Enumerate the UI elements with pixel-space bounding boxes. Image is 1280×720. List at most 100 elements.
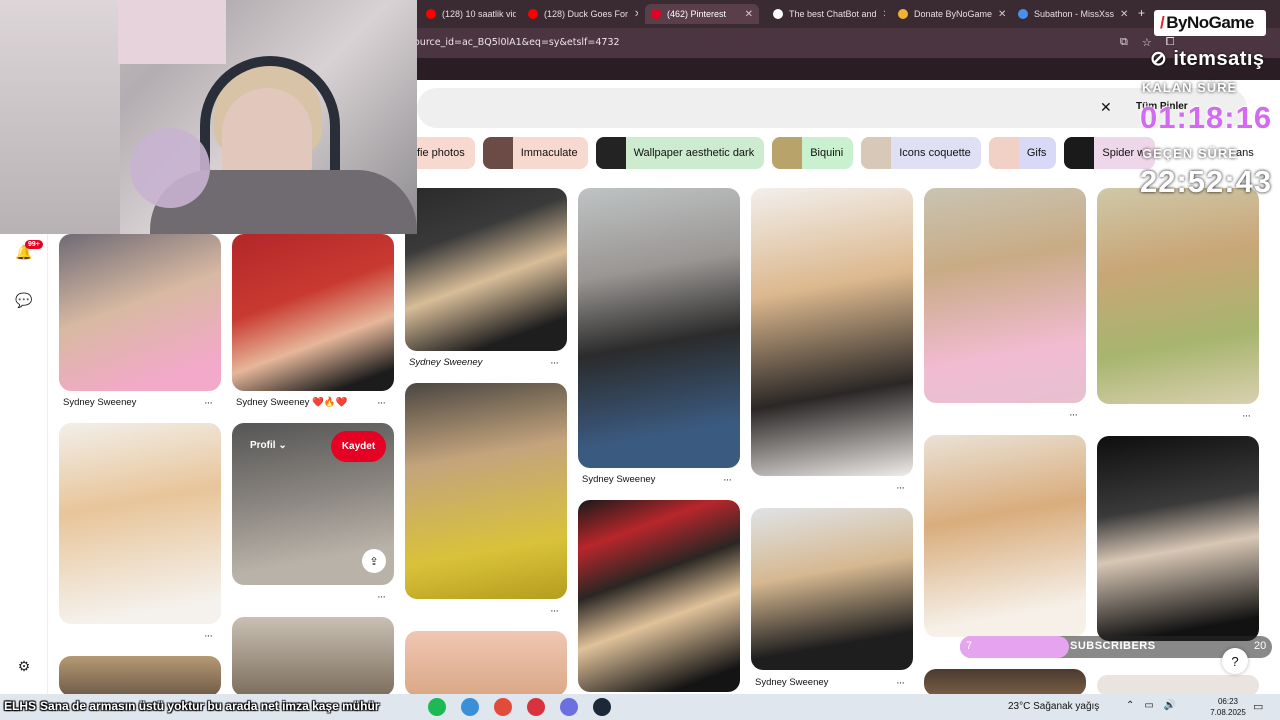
volume-icon[interactable]: 🔊 — [1164, 700, 1176, 711]
chip-thumbnail — [595, 137, 626, 169]
pin-caption[interactable]: Sydney Sweeney — [755, 677, 828, 688]
pin-image[interactable] — [924, 669, 1086, 696]
pin-image[interactable] — [924, 188, 1086, 403]
steam-icon[interactable] — [593, 698, 611, 716]
messages-icon[interactable]: 💬 — [14, 290, 34, 310]
browser-tab[interactable]: Donate ByNoGame ✕ — [892, 4, 1005, 24]
suggestion-chip[interactable]: Icons coquette — [861, 137, 981, 169]
pin-image[interactable] — [578, 188, 740, 468]
battery-icon[interactable]: ▭ — [1144, 700, 1153, 711]
url-text[interactable]: ource_id=ac_BQ5l0lA1&eq=sy&etslf=4732 — [414, 37, 620, 48]
pin-image[interactable] — [1097, 188, 1259, 404]
pin-image[interactable] — [59, 423, 221, 624]
suggestion-chip[interactable]: fie photos — [417, 137, 475, 169]
share-icon[interactable]: ⇪ — [362, 549, 386, 573]
chip-label: Spider w — [1102, 147, 1146, 159]
suggestion-chip[interactable]: Gifs — [988, 137, 1057, 169]
itemsatis-logo: ⊘ itemsatış — [1150, 48, 1265, 70]
weather-widget[interactable]: 23°C Sağanak yağış — [1008, 701, 1099, 712]
chrome-icon[interactable] — [494, 698, 512, 716]
suggestion-chip[interactable]: Wallpaper aesthetic dark — [595, 137, 765, 169]
pin-image[interactable] — [578, 500, 740, 692]
pin-image[interactable] — [1097, 675, 1259, 696]
browser-tab[interactable]: (128) Duck Goes For ✕ — [522, 4, 638, 24]
itemsatis-logo-text: itemsatış — [1173, 48, 1265, 70]
ticker-username: ELHS — [4, 699, 37, 713]
pin-image[interactable] — [751, 508, 913, 670]
chip-label: fie photos — [417, 147, 465, 159]
pin-image[interactable] — [232, 234, 394, 391]
app-red-icon[interactable] — [527, 698, 545, 716]
webcam-shelf — [0, 0, 120, 234]
pin-image[interactable] — [405, 383, 567, 599]
pin-caption[interactable]: Sydney Sweeney ❤️🔥❤️ — [236, 397, 348, 408]
spotify-icon[interactable] — [428, 698, 446, 716]
suggestion-chip[interactable]: Biquini — [772, 137, 854, 169]
chip-thumbnail — [772, 137, 803, 169]
more-options-icon[interactable]: ··· — [377, 591, 386, 603]
browser-tab[interactable]: (462) Pinterest ✕ — [645, 4, 759, 24]
pin-image[interactable] — [405, 188, 567, 351]
clock[interactable]: 06:23 7.08.2025 — [1206, 696, 1250, 718]
tab-title: Subathon - MissXss — [1034, 9, 1115, 19]
more-options-icon[interactable]: ··· — [723, 474, 732, 486]
screen: { "browser": { "tabs": [ {"title": "(128… — [0, 0, 1280, 720]
tab-close-icon[interactable]: ✕ — [1120, 9, 1128, 20]
suggestion-chip[interactable]: Immaculate — [482, 137, 588, 169]
tab-close-icon[interactable]: ✕ — [634, 9, 638, 20]
pin-image[interactable] — [232, 617, 394, 696]
system-tray: ⌃ ▭ 🔊 — [1126, 700, 1176, 711]
chip-overflow-text: ans — [1236, 147, 1254, 159]
pin-image[interactable] — [924, 435, 1086, 637]
browser-tab[interactable]: Subathon - MissXss ✕ — [1012, 4, 1132, 24]
pin-image[interactable] — [405, 631, 567, 696]
chip-thumbnail — [988, 137, 1019, 169]
search-input[interactable] — [417, 88, 1247, 128]
subscriber-goal-label: SUBSCRIBERS — [1070, 640, 1156, 652]
tab-favicon-icon — [773, 9, 783, 19]
remaining-time-value: 01:18:16 — [1140, 100, 1273, 135]
tab-favicon-icon — [426, 9, 436, 19]
elapsed-time-value: 22:52:43 — [1140, 164, 1273, 199]
settings-gear-icon[interactable]: ⚙ — [14, 656, 34, 676]
pin-image[interactable] — [59, 234, 221, 391]
new-tab-button[interactable]: + — [1138, 6, 1145, 20]
pin-image[interactable] — [59, 656, 221, 696]
more-options-icon[interactable]: ··· — [1242, 410, 1251, 422]
notification-badge: 99+ — [25, 240, 43, 249]
more-options-icon[interactable]: ··· — [204, 630, 213, 642]
tab-close-icon[interactable]: ✕ — [883, 9, 885, 20]
profile-dropdown[interactable]: Profil ⌄ — [250, 440, 287, 451]
save-button[interactable]: Kaydet — [331, 431, 386, 462]
browser-tab[interactable]: (128) 10 saatlik video✕ — [420, 4, 516, 24]
search-clear-icon[interactable]: ✕ — [1100, 99, 1112, 116]
clock-time: 06:23 — [1217, 697, 1239, 706]
subscriber-goal-fill — [960, 636, 1069, 658]
tab-close-icon[interactable]: ✕ — [745, 9, 753, 20]
more-options-icon[interactable]: ··· — [1069, 409, 1078, 421]
more-options-icon[interactable]: ··· — [896, 677, 905, 689]
webcam-poster — [118, 0, 226, 64]
app-blue-icon[interactable] — [461, 698, 479, 716]
subscriber-goal-target: 20 — [1254, 640, 1267, 652]
install-icon[interactable]: ⧉ — [1120, 36, 1128, 49]
tray-expand-icon[interactable]: ⌃ — [1126, 700, 1134, 711]
pin-caption[interactable]: Sydney Sweeney — [63, 397, 136, 408]
pin-caption[interactable]: Sydney Sweeney — [409, 357, 482, 368]
pin-caption[interactable]: Sydney Sweeney — [582, 474, 655, 485]
more-options-icon[interactable]: ··· — [550, 605, 559, 617]
pin-image[interactable] — [1097, 436, 1259, 641]
more-options-icon[interactable]: ··· — [550, 357, 559, 369]
notification-center-icon[interactable]: ▭ — [1253, 700, 1263, 713]
discord-icon[interactable] — [560, 698, 578, 716]
help-icon[interactable]: ? — [1222, 648, 1248, 674]
clock-date: 7.08.2025 — [1210, 708, 1246, 717]
tab-close-icon[interactable]: ✕ — [998, 9, 1005, 20]
left-rail: 🔔 💬 ⚙ — [0, 234, 48, 694]
more-options-icon[interactable]: ··· — [377, 397, 386, 409]
pin-image[interactable] — [751, 188, 913, 476]
browser-tab[interactable]: The best ChatBot and ✕ — [767, 4, 885, 24]
chip-label: Biquini — [810, 147, 844, 159]
more-options-icon[interactable]: ··· — [204, 397, 213, 409]
more-options-icon[interactable]: ··· — [896, 482, 905, 494]
